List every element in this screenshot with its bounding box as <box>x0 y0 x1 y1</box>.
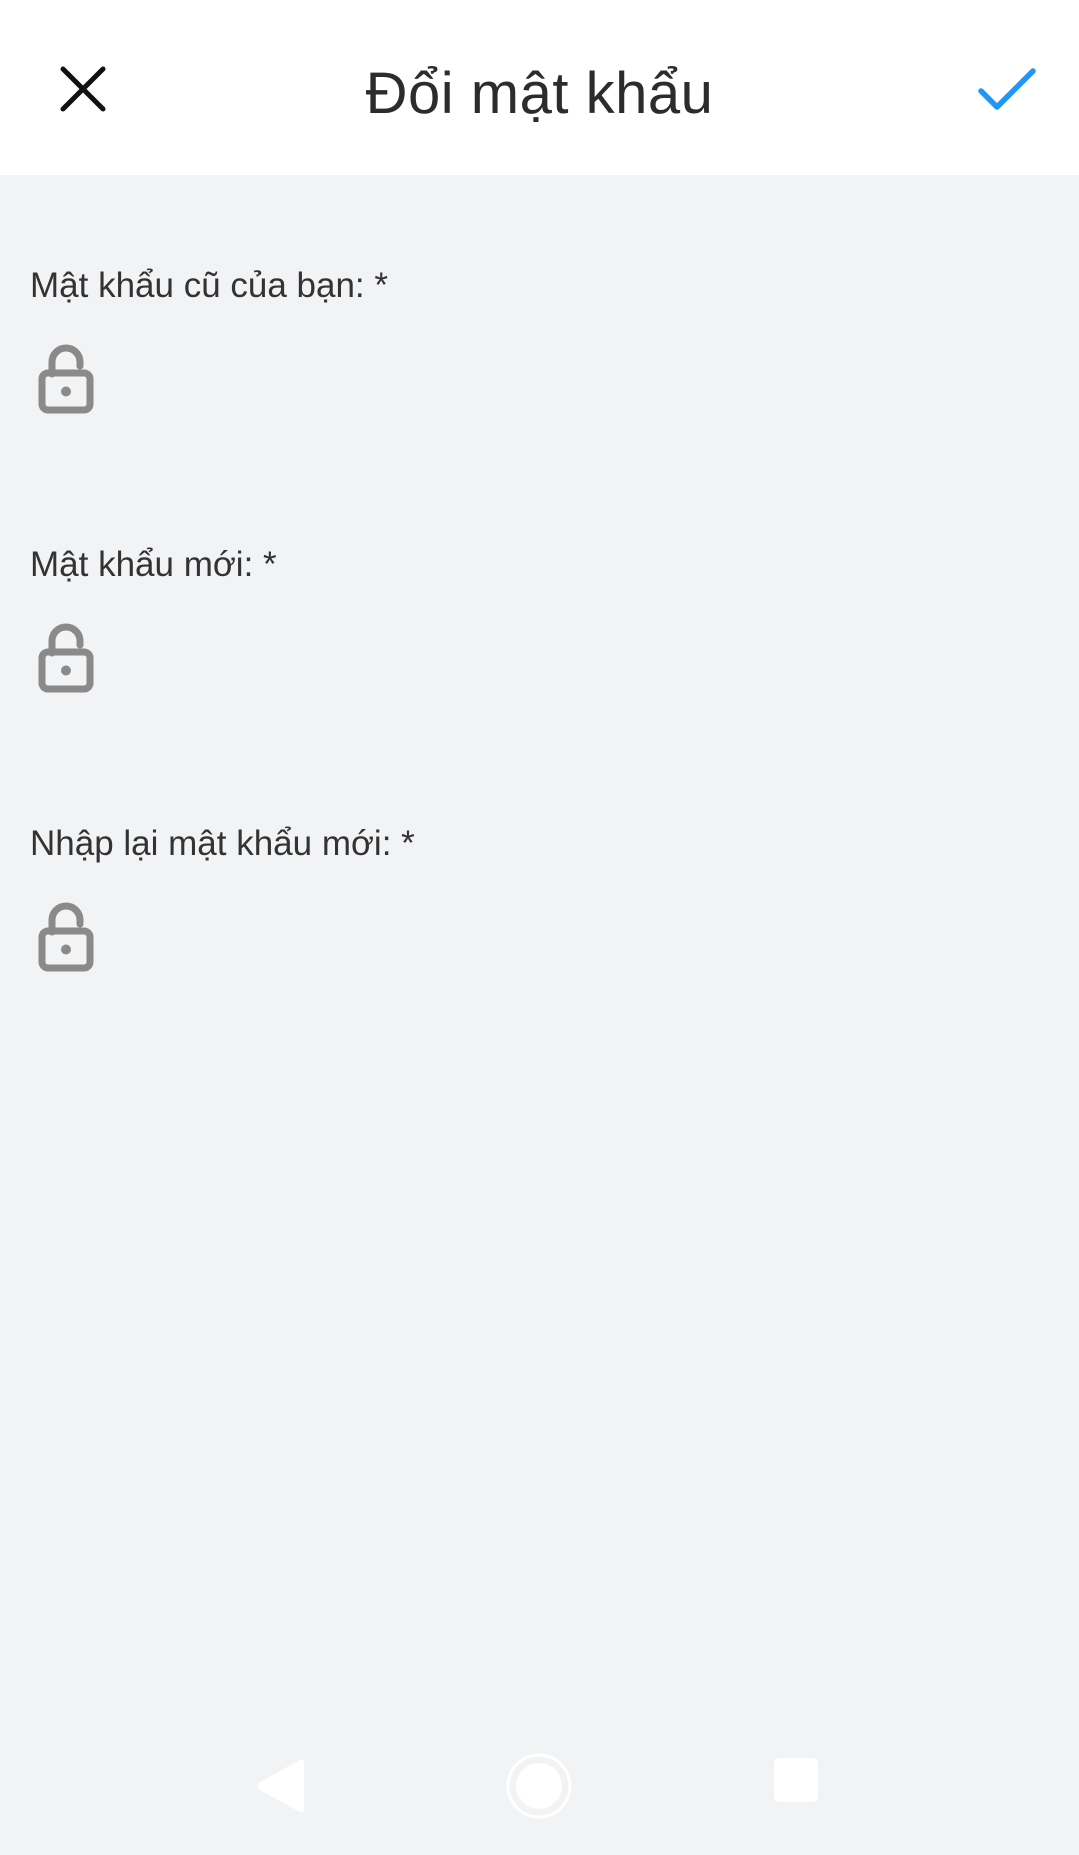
confirm-button[interactable] <box>966 48 1048 130</box>
confirm-password-input[interactable] <box>0 894 1079 986</box>
new-password-label: Mật khẩu mới: * <box>30 545 277 584</box>
old-password-label: Mật khẩu cũ của bạn: * <box>30 266 388 305</box>
lock-icon <box>38 902 94 972</box>
checkmark-icon <box>978 68 1036 110</box>
app-header: Đổi mật khẩu <box>0 0 1079 175</box>
home-circle-icon[interactable] <box>505 1752 573 1820</box>
confirm-password-label: Nhập lại mật khẩu mới: * <box>30 824 415 863</box>
recent-apps-square-icon[interactable] <box>772 1756 820 1804</box>
back-triangle-icon[interactable] <box>250 1754 310 1818</box>
system-nav-bar <box>0 1720 1079 1855</box>
old-password-input[interactable] <box>0 336 1079 428</box>
lock-icon <box>38 344 94 414</box>
page-title: Đổi mật khẩu <box>365 61 714 126</box>
lock-icon <box>38 623 94 693</box>
new-password-input[interactable] <box>0 615 1079 707</box>
